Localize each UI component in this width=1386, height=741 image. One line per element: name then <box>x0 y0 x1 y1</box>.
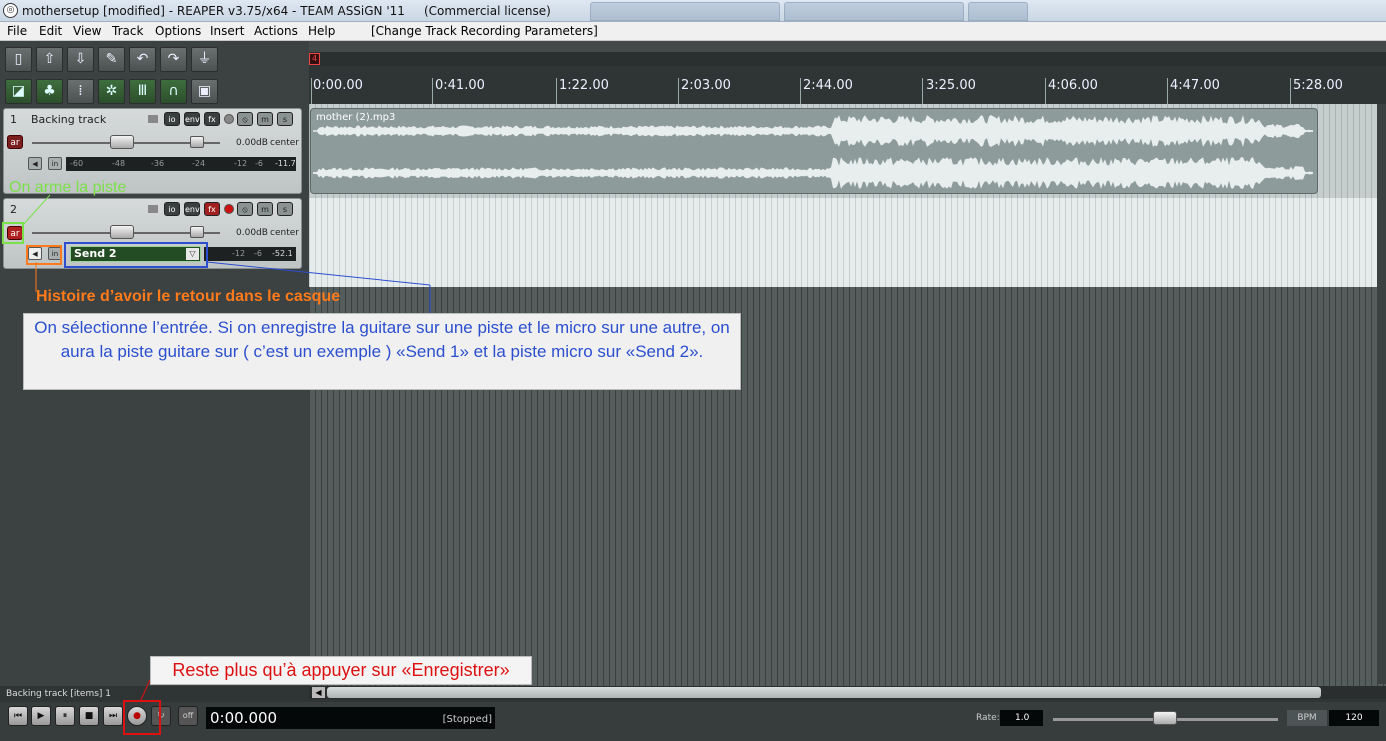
monitor-highlight-box <box>26 245 62 265</box>
input-highlight-box <box>64 242 208 268</box>
arm-highlight-box <box>2 222 24 244</box>
annotation-input: On sélectionne l’entrée. Si on enregistr… <box>23 313 741 390</box>
annotation-record: Reste plus qu’à appuyer sur «Enregistrer… <box>150 656 532 685</box>
annotation-arm: On arme la piste <box>9 179 127 196</box>
annotation-monitor: Histoire d’avoir le retour dans le casqu… <box>36 288 341 305</box>
record-highlight-box <box>123 700 161 735</box>
